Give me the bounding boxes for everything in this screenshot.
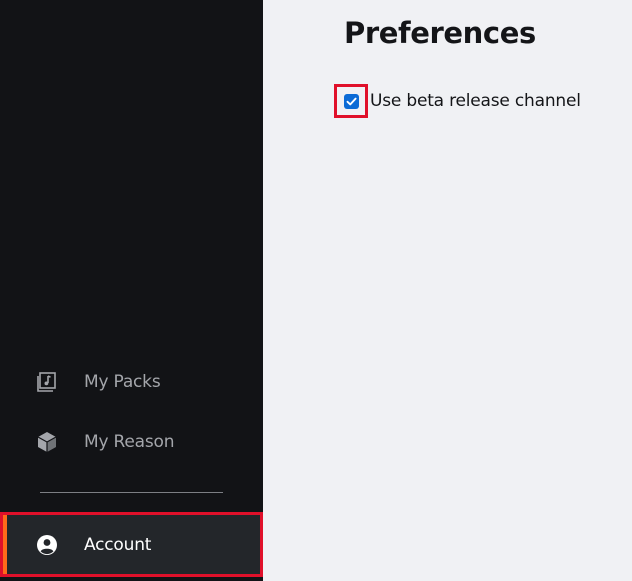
- reason-cube-icon: [36, 431, 58, 453]
- sidebar-item-account[interactable]: Account: [0, 512, 263, 577]
- user-circle-icon: [36, 534, 58, 556]
- beta-channel-label[interactable]: Use beta release channel: [370, 91, 581, 111]
- beta-channel-checkbox-highlight[interactable]: [334, 84, 368, 118]
- sidebar-item-my-packs[interactable]: My Packs: [0, 358, 263, 406]
- sidebar-item-label: My Packs: [84, 372, 161, 392]
- beta-channel-checkbox[interactable]: [343, 93, 359, 109]
- sidebar-item-label: Account: [84, 534, 152, 555]
- page-title: Preferences: [344, 16, 536, 50]
- sidebar-item-my-reason[interactable]: My Reason: [0, 418, 263, 466]
- music-pack-icon: [36, 371, 58, 393]
- preference-row-beta-channel: Use beta release channel: [334, 84, 581, 118]
- sidebar-item-label: My Reason: [84, 432, 175, 452]
- sidebar: My Packs My Reason Account: [0, 0, 263, 581]
- sidebar-divider: [40, 492, 223, 493]
- checkmark-icon: [346, 97, 357, 105]
